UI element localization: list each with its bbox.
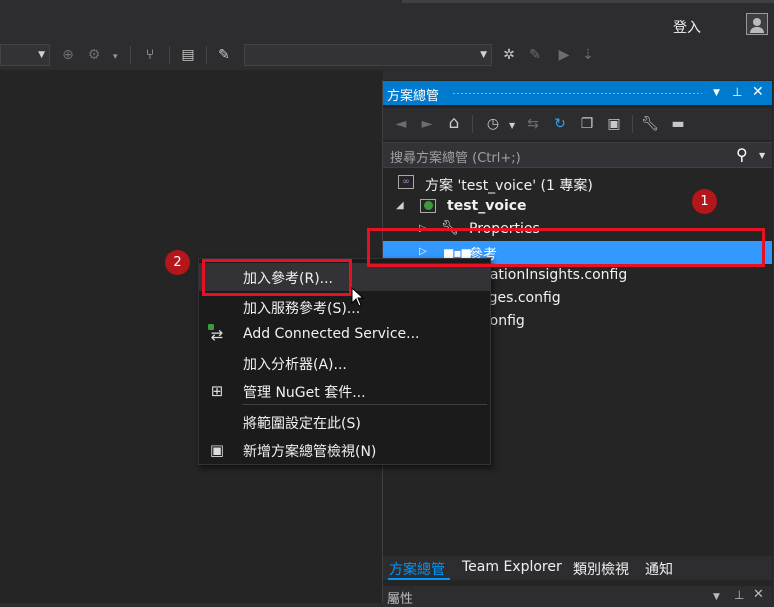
pin-icon[interactable]: ⊥ [732, 85, 742, 99]
toolbar-separator [169, 46, 170, 64]
menu-item-manage-nuget[interactable]: ⊞ 管理 NuGet 套件... [199, 377, 490, 405]
annotation-box-add-reference [202, 259, 352, 296]
web-project-icon [420, 199, 436, 213]
title-accent [402, 0, 774, 3]
dropdown-icon[interactable]: ▼ [713, 88, 720, 98]
panel-tabs: 方案總管 Team Explorer 類別檢視 通知 [383, 556, 772, 580]
home-icon[interactable]: ⌂ [445, 114, 463, 132]
tab-solution-explorer[interactable]: 方案總管 [389, 559, 445, 579]
comment-icon[interactable]: ▤ [179, 46, 197, 64]
settings-icon[interactable]: ✲ [500, 46, 518, 64]
close-icon[interactable]: ✕ [753, 587, 764, 602]
gear-icon[interactable]: ⚙ [85, 46, 103, 64]
collapse-all-icon[interactable]: ❐ [578, 115, 596, 133]
dropdown-icon[interactable]: ▼ [713, 592, 720, 602]
menu-item-label: 加入服務參考(S)... [243, 301, 361, 317]
menu-item-label: 將範圍設定在此(S) [243, 416, 361, 432]
sync-icon[interactable]: ⇆ [524, 115, 542, 133]
menu-item-label: 加入分析器(A)... [243, 357, 347, 373]
annotation-badge-1: 1 [692, 189, 717, 214]
tab-team-explorer[interactable]: Team Explorer [462, 559, 562, 575]
properties-title: 屬性 [387, 592, 414, 607]
config-combo[interactable]: ▼ [0, 44, 50, 66]
toolbar-separator [632, 115, 633, 133]
nuget-icon: ⊞ [210, 382, 224, 400]
menu-item-new-view[interactable]: ▣ 新增方案總管檢視(N) [199, 436, 490, 464]
menu-item-add-analyzer[interactable]: 加入分析器(A)... [199, 349, 490, 377]
toolbar-separator [472, 115, 473, 133]
panel-title: 方案總管 [387, 89, 440, 104]
pin-icon[interactable]: ⊥ [734, 588, 744, 602]
title-bar [0, 0, 774, 40]
active-tab-indicator [388, 578, 450, 580]
sign-in-link[interactable]: 登入 [673, 17, 701, 37]
annotation-badge-2: 2 [165, 250, 190, 275]
search-input[interactable]: 搜尋方案總管 (Ctrl+;) [390, 147, 521, 166]
menu-separator [242, 404, 487, 405]
history-icon[interactable]: ◷ [484, 115, 502, 133]
menu-item-label: 管理 NuGet 套件... [243, 385, 366, 401]
preview-icon[interactable]: ▬ [669, 115, 687, 133]
menu-item-label: 新增方案總管檢視(N) [243, 444, 377, 460]
pen-icon[interactable]: ✎ [215, 46, 233, 64]
tree-item-solution[interactable]: ∞ 方案 'test_voice' (1 專案) [383, 172, 772, 195]
mouse-cursor-icon [351, 287, 365, 307]
plus-badge-icon [208, 324, 214, 330]
title-grip [452, 92, 702, 95]
search-icon[interactable]: ⚲ [736, 145, 748, 164]
forward-icon[interactable]: ► [418, 115, 436, 133]
tree-item-label: test_voice [447, 198, 527, 214]
step-icon[interactable]: ⇣ [579, 46, 597, 64]
new-view-icon: ▣ [209, 441, 225, 459]
menu-item-add-connected-service[interactable]: ⇄ Add Connected Service... [199, 321, 490, 349]
menu-item-add-service-reference[interactable]: 加入服務參考(S)... [199, 293, 490, 321]
play-icon[interactable]: ▶ [555, 46, 573, 64]
solution-icon: ∞ [398, 175, 414, 189]
target-combo[interactable]: ▼ [244, 44, 492, 66]
toolbar-separator [130, 46, 131, 64]
edit-icon[interactable]: ✎ [526, 46, 544, 64]
tab-notifications[interactable]: 通知 [645, 559, 673, 579]
toolbar-separator [206, 46, 207, 64]
close-icon[interactable]: ✕ [752, 84, 764, 100]
search-options-icon[interactable]: ▼ [759, 151, 765, 160]
menu-item-scope-to-this[interactable]: 將範圍設定在此(S) [199, 408, 490, 436]
source-control-icon[interactable]: ⑂ [141, 46, 159, 64]
tab-class-view[interactable]: 類別檢視 [573, 559, 629, 579]
overflow-icon[interactable]: ▾ [113, 52, 118, 62]
globe-icon[interactable]: ⊕ [59, 46, 77, 64]
refresh-icon[interactable]: ↻ [551, 115, 569, 133]
chevron-down-icon[interactable]: ▼ [509, 121, 515, 130]
annotation-box-references [367, 228, 765, 267]
menu-item-label: Add Connected Service... [243, 326, 420, 342]
expanded-arrow-icon[interactable]: ◢ [396, 200, 404, 211]
back-icon[interactable]: ◄ [392, 115, 410, 133]
avatar-icon[interactable] [746, 13, 768, 35]
tree-item-label: 方案 'test_voice' (1 專案) [425, 178, 593, 194]
show-all-files-icon[interactable]: ▣ [605, 115, 623, 133]
wrench-icon[interactable]: 🔧︎ [641, 115, 659, 133]
